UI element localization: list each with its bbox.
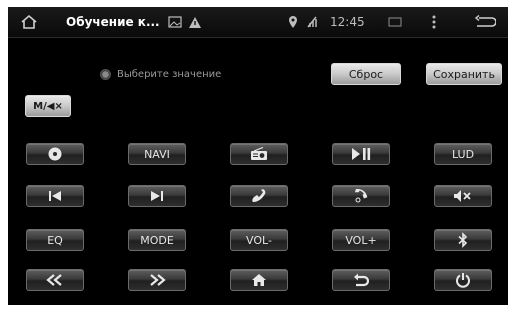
hint-row: Выберите значение	[100, 69, 221, 80]
mute-button[interactable]	[434, 185, 492, 207]
hang-up-button[interactable]	[332, 185, 390, 207]
reset-button[interactable]: Сброс	[331, 63, 401, 85]
volume-down-button[interactable]: VOL-	[230, 229, 288, 251]
fast-forward-button[interactable]	[128, 269, 186, 291]
hint-text: Выберите значение	[117, 69, 222, 80]
mode-button[interactable]: MODE	[128, 229, 186, 251]
lud-button[interactable]: LUD	[434, 143, 492, 165]
play-pause-icon	[350, 147, 372, 161]
previous-track-button[interactable]	[26, 185, 84, 207]
phone-icon	[250, 188, 268, 204]
button-label: VOL+	[345, 233, 377, 247]
next-track-button[interactable]	[128, 185, 186, 207]
bluetooth-button[interactable]	[434, 229, 492, 251]
window-title: Обучение к...	[66, 15, 160, 29]
volume-up-button[interactable]: VOL+	[332, 229, 390, 251]
sd-card-icon	[388, 7, 402, 37]
navi-button[interactable]: NAVI	[128, 143, 186, 165]
mute-mode-button[interactable]: M/◀×	[25, 95, 71, 117]
button-label: LUD	[451, 147, 475, 161]
radio-icon	[250, 147, 268, 161]
save-button[interactable]: Сохранить	[426, 63, 502, 85]
rewind-button[interactable]	[26, 269, 84, 291]
hang-up-icon	[352, 188, 370, 204]
back-icon	[352, 273, 370, 287]
answer-call-button[interactable]	[230, 185, 288, 207]
source-button[interactable]	[26, 143, 84, 165]
back-button[interactable]	[332, 269, 390, 291]
radio-button[interactable]	[230, 143, 288, 165]
warning-icon	[188, 7, 202, 37]
home-button[interactable]	[230, 269, 288, 291]
eq-button[interactable]: EQ	[26, 229, 84, 251]
radio-indicator-icon	[100, 69, 111, 80]
button-label: VOL-	[246, 233, 272, 247]
button-label: MODE	[140, 233, 174, 247]
rewind-icon	[45, 273, 65, 287]
more-icon[interactable]	[432, 7, 436, 37]
power-icon	[455, 272, 471, 288]
play-pause-button[interactable]	[332, 143, 390, 165]
status-bar: Обучение к... 12:45	[8, 7, 508, 38]
skip-next-icon	[149, 190, 165, 202]
power-button[interactable]	[434, 269, 492, 291]
button-label: EQ	[47, 233, 63, 247]
fast-forward-icon	[147, 273, 167, 287]
steering-wheel-learning-screen: Обучение к... 12:45 Выберите значение Сб…	[8, 7, 508, 305]
signal-icon	[306, 7, 318, 37]
bluetooth-icon	[457, 232, 469, 248]
disc-icon	[47, 146, 63, 162]
back-icon[interactable]	[474, 7, 496, 37]
location-icon	[288, 7, 298, 37]
image-icon	[168, 7, 182, 37]
clock: 12:45	[330, 15, 365, 29]
button-label: NAVI	[144, 147, 170, 161]
home-icon[interactable]	[20, 7, 38, 37]
mute-icon	[453, 189, 473, 203]
skip-previous-icon	[47, 190, 63, 202]
home-icon	[251, 273, 267, 287]
